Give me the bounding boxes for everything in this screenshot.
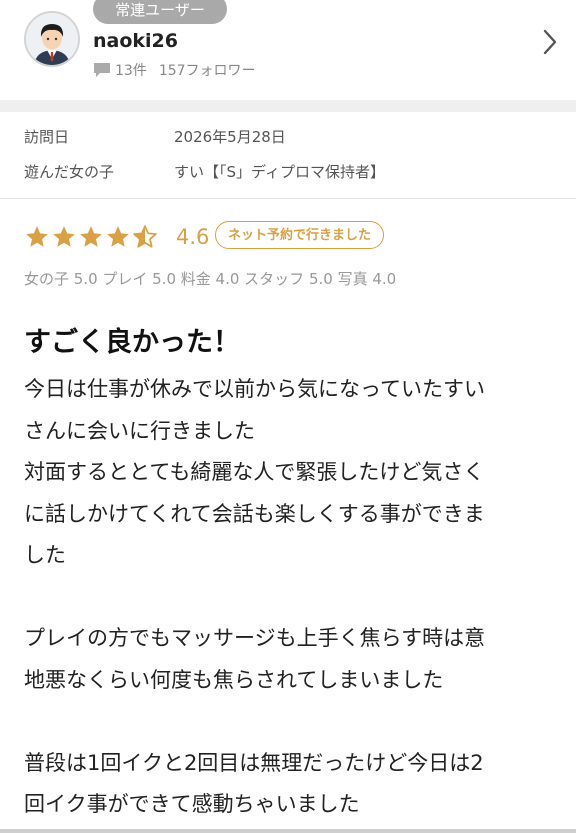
review-line: プレイの方でもマッサージも上手く焦らす時は意: [24, 626, 486, 650]
net-booking-badge: ネット予約で行きました: [215, 221, 385, 249]
info-separator: [0, 198, 576, 199]
girl-row: 遊んだ女の子 すい【「S」ディプロマ保持者】: [24, 161, 385, 182]
user-stats: 13件 157フォロワー: [93, 60, 256, 80]
post-count: 13件: [115, 63, 147, 79]
review-line: 地悪なくらい何度も焦らされてしまいました: [24, 667, 444, 692]
avatar[interactable]: [24, 11, 80, 67]
review-title: すごく良かった！: [24, 327, 240, 358]
visit-date-row: 訪問日 2026年5月28日: [24, 126, 286, 147]
review-line: 回イク事ができて感動ちゃいました: [24, 792, 360, 816]
review-line: に話しかけてくれて会話も楽しくする事ができま: [24, 501, 485, 526]
review-line: 対面するととても綺麗な人で緊張したけど気さく: [24, 460, 485, 484]
review-body: 今日は仕事が休みで以前から気になっていたすい さんに会いに行きました 対面すると…: [24, 369, 559, 826]
star-full-icon: [26, 226, 48, 247]
star-rating: [24, 224, 159, 250]
star-full-icon: [107, 226, 129, 247]
rating-score: 4.6: [176, 225, 210, 249]
visit-date-value: 2026年5月28日: [174, 128, 286, 146]
follower-count: 157フォロワー: [158, 63, 256, 79]
star-half-icon: [133, 225, 157, 248]
girl-value[interactable]: すい【「S」ディプロマ保持者】: [174, 161, 385, 182]
chevron-right-icon[interactable]: [542, 28, 558, 56]
regular-user-badge: 常連ユーザー: [93, 0, 227, 24]
star-full-icon: [53, 226, 75, 247]
review-line: した: [24, 543, 66, 567]
star-full-icon: [80, 226, 102, 247]
review-line: 普段は1回イクと2回目は無理だったけど今日は2: [24, 750, 484, 775]
sub-ratings: 女の子 5.0 プレイ 5.0 料金 4.0 スタッフ 5.0 写真 4.0: [24, 270, 397, 288]
review-line: 今日は仕事が休みで以前から気になっていたすい: [24, 377, 485, 401]
section-divider: [0, 100, 576, 112]
bottom-edge: [0, 829, 576, 833]
comment-icon: [94, 63, 110, 77]
username[interactable]: naoki26: [93, 30, 178, 52]
review-line: さんに会いに行きました: [24, 418, 255, 443]
reviewer-header[interactable]: 常連ユーザー naoki26 13件 157フォロワー: [0, 0, 576, 100]
user-avatar-icon: [26, 13, 78, 65]
girl-label: 遊んだ女の子: [24, 163, 115, 181]
visit-date-label: 訪問日: [24, 128, 70, 146]
